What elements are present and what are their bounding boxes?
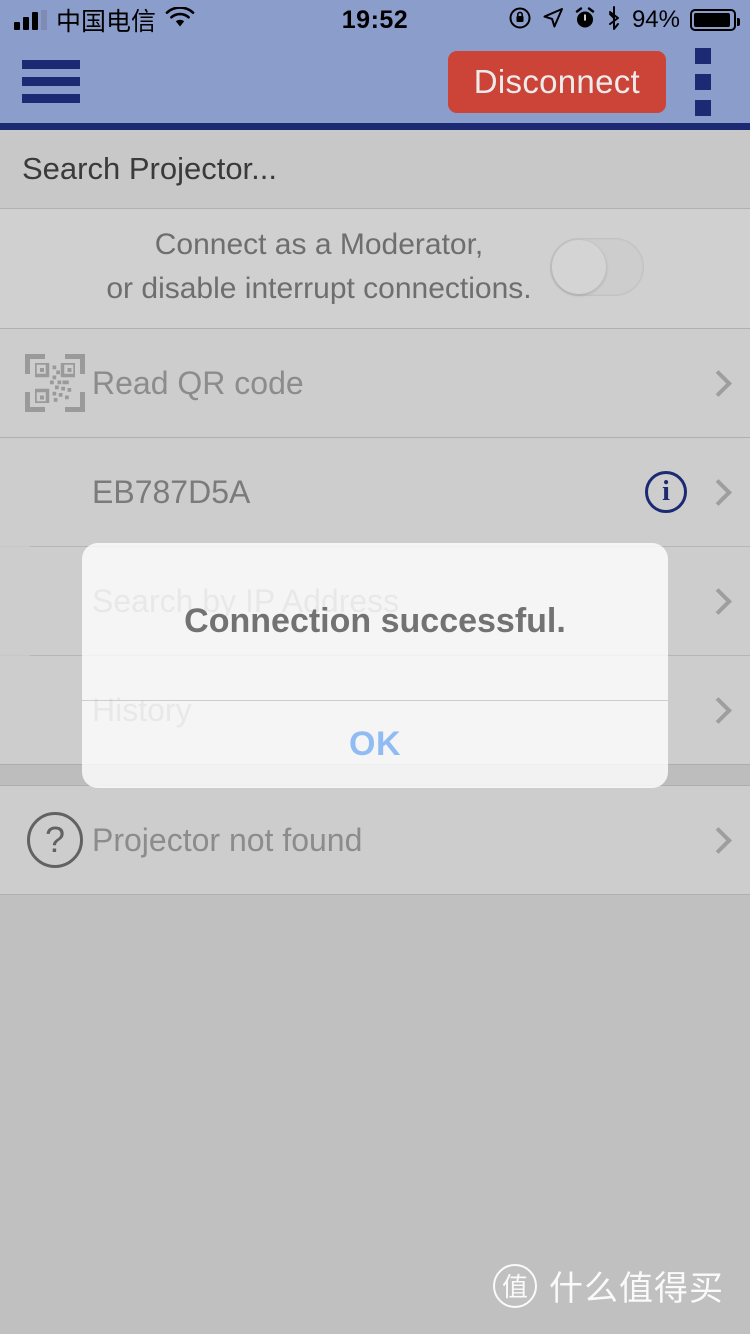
disconnect-button[interactable]: Disconnect bbox=[447, 50, 666, 113]
moderator-toggle[interactable] bbox=[549, 237, 644, 296]
chevron-right-icon bbox=[705, 478, 732, 506]
chevron-right-icon bbox=[705, 696, 732, 724]
row-trailing bbox=[705, 587, 732, 615]
toggle-knob bbox=[551, 239, 606, 294]
row-lead-icon: ? bbox=[18, 812, 92, 868]
info-circle-icon[interactable]: i bbox=[645, 471, 687, 513]
row-trailing: i bbox=[645, 471, 732, 513]
battery-icon bbox=[690, 9, 740, 31]
page-title: Search Projector... bbox=[0, 130, 750, 208]
alert-dialog-ok-label: OK bbox=[349, 725, 401, 763]
row-trailing bbox=[705, 696, 732, 724]
row-label: Read QR code bbox=[92, 364, 304, 401]
alert-dialog-message: Connection successful. bbox=[184, 602, 566, 640]
moderator-line-1: Connect as a Moderator, bbox=[154, 228, 484, 261]
app-bar-underline bbox=[0, 123, 750, 130]
row-trailing bbox=[705, 826, 732, 854]
divider bbox=[0, 894, 750, 895]
watermark: 值 什么值得买 bbox=[493, 1261, 724, 1310]
watermark-text: 什么值得买 bbox=[549, 1270, 724, 1308]
chevron-right-icon bbox=[705, 587, 732, 615]
app-screen: 中国电信 19:52 94% Disconnect Search Project… bbox=[0, 0, 750, 1334]
row-projector-eb787d5a[interactable]: EB787D5A i bbox=[0, 438, 750, 546]
rotation-lock-icon bbox=[508, 6, 532, 34]
status-bar-right: 94% bbox=[508, 6, 740, 34]
alert-dialog-ok-button[interactable]: OK bbox=[82, 701, 668, 788]
alarm-clock-icon bbox=[574, 7, 596, 33]
location-arrow-icon bbox=[542, 7, 564, 33]
chevron-right-icon bbox=[705, 826, 732, 854]
app-bar: Disconnect bbox=[0, 40, 750, 123]
kebab-menu-icon[interactable] bbox=[674, 47, 732, 116]
moderator-line-2: or disable interrupt connections. bbox=[106, 271, 532, 305]
row-projector-not-found[interactable]: ? Projector not found bbox=[0, 786, 750, 894]
alert-dialog: Connection successful. OK bbox=[82, 543, 668, 788]
battery-percent-label: 94% bbox=[631, 6, 680, 33]
chevron-right-icon bbox=[705, 369, 732, 397]
status-bar: 中国电信 19:52 94% bbox=[0, 0, 750, 40]
moderator-row: Connect as a Moderator, or disable inter… bbox=[0, 209, 750, 328]
hamburger-menu-icon[interactable] bbox=[22, 52, 82, 111]
help-circle-icon: ? bbox=[27, 812, 83, 868]
row-trailing bbox=[705, 369, 732, 397]
watermark-badge-icon: 值 bbox=[493, 1263, 537, 1308]
alert-dialog-body: Connection successful. bbox=[82, 543, 668, 700]
row-read-qr-code[interactable]: Read QR code bbox=[0, 329, 750, 437]
row-lead-icon bbox=[18, 354, 92, 412]
bluetooth-icon bbox=[606, 6, 622, 34]
row-label: EB787D5A bbox=[92, 473, 251, 510]
qr-code-icon bbox=[25, 354, 85, 412]
moderator-description: Connect as a Moderator, or disable inter… bbox=[106, 223, 531, 310]
row-label: Projector not found bbox=[92, 821, 363, 858]
